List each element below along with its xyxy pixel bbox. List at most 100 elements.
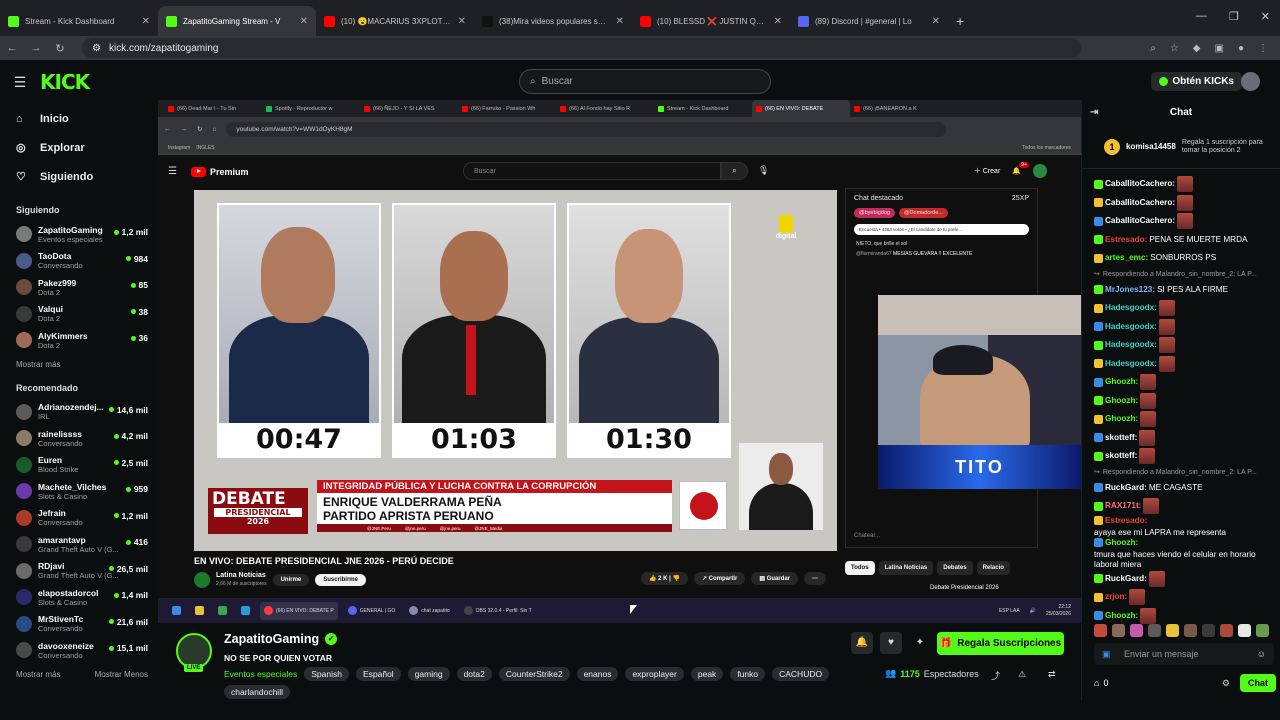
emote-1[interactable] <box>1094 624 1107 637</box>
extensions-puzzle-icon[interactable]: ▣ <box>1215 43 1224 54</box>
site-info-icon[interactable]: ⚙ <box>92 43 101 54</box>
close-window-icon[interactable]: ✕ <box>1261 10 1270 23</box>
category-link[interactable]: Eventos especiales <box>224 669 297 679</box>
browser-tab[interactable]: (10) BLESSD ❌ JUSTIN QUILES ✕ <box>632 6 790 36</box>
show-less-recommended[interactable]: Mostrar Menos <box>95 670 148 679</box>
restore-icon[interactable]: ❐ <box>1229 10 1239 23</box>
extension-icon[interactable]: ◆ <box>1193 43 1201 54</box>
emote-8[interactable] <box>1220 624 1233 637</box>
sidebar-channel[interactable]: elapostadorcol Slots & Casino 1,4 mil <box>16 584 158 611</box>
emote-6[interactable] <box>1184 624 1197 637</box>
emote-4[interactable] <box>1148 624 1161 637</box>
sidebar-channel[interactable]: amarantavp Grand Theft Auto V (G... 416 <box>16 531 158 558</box>
chat-username[interactable]: Hadesgoodx: <box>1105 340 1157 350</box>
forward-icon[interactable]: → <box>24 42 48 54</box>
sidebar-channel[interactable]: Valqui Dota 2 38 <box>16 301 158 328</box>
sidebar-channel[interactable]: Machete_Vilches Slots & Casino 959 <box>16 478 158 505</box>
bookmark-star-icon[interactable]: ☆ <box>1170 43 1179 54</box>
browser-tab[interactable]: (10) 😮MACARIUS 3XPLOTÓ y P ✕ <box>316 6 474 36</box>
chat-username[interactable]: Ghoozh: <box>1105 414 1138 424</box>
browser-tab[interactable]: (89) Discord | #general | Lo ✕ <box>790 6 948 36</box>
back-icon[interactable]: ← <box>0 42 24 54</box>
tag-chip[interactable]: dota2 <box>456 667 492 681</box>
sidebar-channel[interactable]: ZapatitoGaming Eventos especiales 1,2 mil <box>16 221 158 248</box>
chat-username[interactable]: CaballitoCachero: <box>1105 179 1175 189</box>
chat-username[interactable]: Estresado: <box>1105 235 1147 245</box>
sidebar-nav-item[interactable]: ◎ Explorar <box>16 133 158 162</box>
sidebar-channel[interactable]: davooxeneize Conversando 15,1 mil <box>16 637 158 664</box>
report-icon[interactable]: ⚠ <box>1018 669 1026 680</box>
user-avatar[interactable] <box>1241 72 1260 91</box>
url-field[interactable]: ⚙ kick.com/zapatitogaming <box>82 38 1082 58</box>
minimize-icon[interactable]: — <box>1196 10 1207 23</box>
chat-username[interactable]: CaballitoCachero: <box>1105 216 1175 226</box>
tag-chip[interactable]: exproplayer <box>625 667 684 681</box>
sidebar-channel[interactable]: Jefrain Conversando 1,2 mil <box>16 505 158 532</box>
emote-3[interactable] <box>1130 624 1143 637</box>
chat-username[interactable]: Hadesgoodx: <box>1105 303 1157 313</box>
theater-mode-icon[interactable]: ⇄ <box>1048 669 1056 680</box>
close-tab-icon[interactable]: ✕ <box>142 16 150 27</box>
sidebar-channel[interactable]: MrStivenTc Conversando 21,6 mil <box>16 611 158 638</box>
tag-chip[interactable]: funko <box>730 667 766 681</box>
chat-username[interactable]: artes_emc: <box>1105 253 1148 263</box>
collapse-chat-icon[interactable]: ⇥ <box>1090 107 1098 118</box>
sidebar-channel[interactable]: TaoDota Conversando 984 <box>16 248 158 275</box>
search-input[interactable]: ⌕ Buscar <box>519 69 771 94</box>
emote-9[interactable] <box>1238 624 1251 637</box>
stream-player[interactable]: (66) Dead Mar I - Tu Sin Spotify - Reprod… <box>158 100 1081 623</box>
tag-chip[interactable]: Español <box>355 667 401 681</box>
channel-name-text[interactable]: ZapatitoGaming <box>224 632 319 646</box>
tag-chip[interactable]: CACHUDO <box>772 667 830 681</box>
zoom-icon[interactable]: ⌕ <box>1150 43 1156 54</box>
chat-username[interactable]: Ghoozh: <box>1105 538 1138 548</box>
share-icon[interactable]: ⤴ <box>991 669 1000 682</box>
tag-chip[interactable]: gaming <box>407 667 450 681</box>
sidebar-channel[interactable]: Adrianozendej... IRL 14,6 mil <box>16 399 158 426</box>
close-tab-icon[interactable]: ✕ <box>616 16 624 27</box>
emote-10[interactable] <box>1256 624 1269 637</box>
chat-username[interactable]: RuckGard: <box>1105 483 1147 493</box>
chat-username[interactable]: Ghoozh: <box>1105 377 1138 387</box>
tag-chip[interactable]: CounterStrike2 <box>498 667 570 681</box>
new-tab-icon[interactable]: + <box>948 6 972 36</box>
reload-icon[interactable]: ↻ <box>48 42 72 55</box>
close-tab-icon[interactable]: ✕ <box>300 16 308 27</box>
sidebar-channel[interactable]: Pakez999 Dota 2 85 <box>16 274 158 301</box>
chat-username[interactable]: Hadesgoodx: <box>1105 359 1157 369</box>
emote-7[interactable] <box>1202 624 1215 637</box>
menu-dots-icon[interactable]: ⋮ <box>1258 43 1268 54</box>
notification-bell-icon[interactable]: 🔔 <box>851 632 873 654</box>
sidebar-nav-item[interactable]: ♡ Siguiendo <box>16 162 158 191</box>
kicks-wallet-icon[interactable]: ⌂ <box>1094 678 1099 688</box>
tag-chip[interactable]: Spanish <box>304 667 349 681</box>
follow-heart-icon[interactable]: ♥ <box>880 632 902 654</box>
sidebar-channel[interactable]: RDjavi Grand Theft Auto V (G... 26,5 mil <box>16 558 158 585</box>
close-tab-icon[interactable]: ✕ <box>458 16 466 27</box>
emote-5[interactable] <box>1166 624 1179 637</box>
sidebar-channel[interactable]: AlyKimmers Dota 2 36 <box>16 327 158 354</box>
get-kicks-button[interactable]: Obtén KICKs <box>1151 72 1242 91</box>
browser-tab[interactable]: Stream - Kick Dashboard ✕ <box>0 6 158 36</box>
chat-username[interactable]: RuckGard: <box>1105 574 1147 584</box>
chat-username[interactable]: MrJones123: <box>1105 285 1155 295</box>
hamburger-menu-icon[interactable]: ☰ <box>0 74 40 91</box>
kick-logo[interactable]: KICK <box>40 70 90 94</box>
chat-username[interactable]: zrjon: <box>1105 592 1127 602</box>
chat-username[interactable]: Estresado: <box>1105 516 1147 526</box>
chat-username[interactable]: skotteff: <box>1105 451 1137 461</box>
chat-username[interactable]: Ghoozh: <box>1105 611 1138 621</box>
profile-icon[interactable]: ● <box>1238 43 1244 54</box>
gift-subs-button[interactable]: 🎁 Regala Suscripciones <box>937 632 1064 655</box>
chat-username[interactable]: RAX171t: <box>1105 501 1141 511</box>
chat-send-button[interactable]: Chat <box>1240 674 1276 692</box>
chat-username[interactable]: skotteff: <box>1105 433 1137 443</box>
show-more-recommended[interactable]: Mostrar más <box>16 670 60 679</box>
browser-tab[interactable]: ZapatitoGaming Stream - V ✕ <box>158 6 316 36</box>
tag-chip[interactable]: enanos <box>576 667 619 681</box>
tag-chip[interactable]: peak <box>690 667 724 681</box>
browser-tab[interactable]: (38)Mira videos populares selec ✕ <box>474 6 632 36</box>
close-tab-icon[interactable]: ✕ <box>774 16 782 27</box>
emoji-icon[interactable]: ☺ <box>1257 649 1266 659</box>
sidebar-nav-item[interactable]: ⌂ Inicio <box>16 104 158 133</box>
